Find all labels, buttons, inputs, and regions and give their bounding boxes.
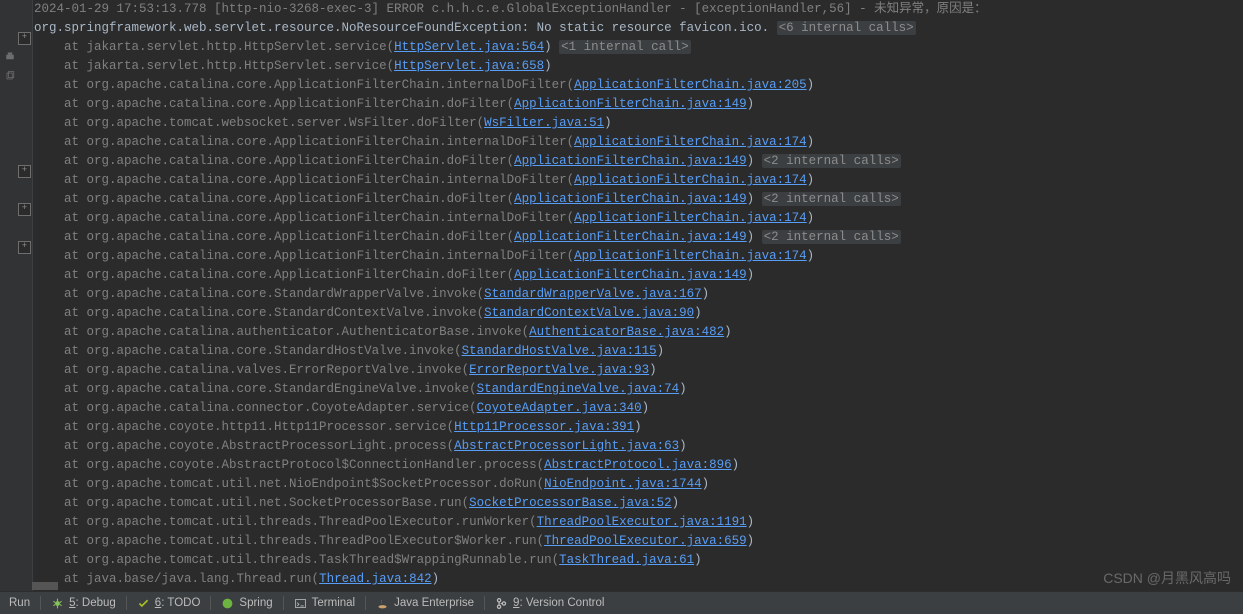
stack-line: at org.apache.catalina.authenticator.Aut… — [34, 323, 1243, 342]
source-link[interactable]: Http11Processor.java:391 — [454, 420, 634, 434]
expand-icon[interactable]: + — [18, 203, 31, 216]
status-bar: Run 5: Debug 6: TODO Spring Terminal Jav… — [0, 591, 1243, 614]
stack-line: at jakarta.servlet.http.HttpServlet.serv… — [34, 38, 1243, 57]
stack-line: at org.apache.catalina.valves.ErrorRepor… — [34, 361, 1243, 380]
source-link[interactable]: ThreadPoolExecutor.java:659 — [544, 534, 747, 548]
tab-debug[interactable]: 5: Debug — [42, 592, 125, 614]
spring-icon — [221, 597, 234, 610]
stack-line: at org.apache.catalina.core.StandardWrap… — [34, 285, 1243, 304]
terminal-icon — [294, 597, 307, 610]
source-link[interactable]: CoyoteAdapter.java:340 — [477, 401, 642, 415]
exception-line: org.springframework.web.servlet.resource… — [34, 21, 769, 35]
stack-line: at org.apache.coyote.http11.Http11Proces… — [34, 418, 1243, 437]
source-link[interactable]: StandardHostValve.java:115 — [462, 344, 657, 358]
print-icon — [4, 51, 16, 63]
stack-line: at org.apache.catalina.core.ApplicationF… — [34, 76, 1243, 95]
tab-run[interactable]: Run — [0, 592, 39, 614]
source-link[interactable]: AbstractProtocol.java:896 — [544, 458, 732, 472]
stack-line: at org.apache.coyote.AbstractProcessorLi… — [34, 437, 1243, 456]
stack-line: at org.apache.catalina.core.StandardEngi… — [34, 380, 1243, 399]
copy-icon — [4, 70, 16, 82]
console-output[interactable]: + + + + 2024-01-29 17:53:13.778 [http-ni… — [0, 0, 1243, 592]
stack-line: at org.apache.tomcat.util.net.NioEndpoin… — [34, 475, 1243, 494]
vcs-icon — [495, 597, 508, 610]
source-link[interactable]: ApplicationFilterChain.java:174 — [574, 249, 807, 263]
source-link[interactable]: ApplicationFilterChain.java:205 — [574, 78, 807, 92]
stack-line: at org.apache.catalina.core.StandardCont… — [34, 304, 1243, 323]
source-link[interactable]: TaskThread.java:61 — [559, 553, 694, 567]
stack-line: at org.apache.catalina.core.StandardHost… — [34, 342, 1243, 361]
separator — [40, 596, 41, 610]
source-link[interactable]: NioEndpoint.java:1744 — [544, 477, 702, 491]
stack-line: at org.apache.coyote.AbstractProtocol$Co… — [34, 456, 1243, 475]
stack-line: at org.apache.tomcat.util.net.SocketProc… — [34, 494, 1243, 513]
stack-line: at org.apache.tomcat.websocket.server.Ws… — [34, 114, 1243, 133]
stack-line: at jakarta.servlet.http.HttpServlet.serv… — [34, 57, 1243, 76]
source-link[interactable]: AuthenticatorBase.java:482 — [529, 325, 724, 339]
source-link[interactable]: ApplicationFilterChain.java:149 — [514, 154, 747, 168]
stack-line: at org.apache.catalina.core.ApplicationF… — [34, 133, 1243, 152]
source-link[interactable]: WsFilter.java:51 — [484, 116, 604, 130]
stack-line: at org.apache.catalina.core.ApplicationF… — [34, 247, 1243, 266]
source-link[interactable]: HttpServlet.java:564 — [394, 40, 544, 54]
stack-line: at org.apache.tomcat.util.threads.Thread… — [34, 513, 1243, 532]
java-enterprise-icon — [376, 597, 389, 610]
expand-icon[interactable]: + — [18, 165, 31, 178]
source-link[interactable]: ApplicationFilterChain.java:149 — [514, 97, 747, 111]
tab-todo[interactable]: 6: TODO — [128, 592, 210, 614]
expand-icon[interactable]: + — [18, 32, 31, 45]
source-link[interactable]: ErrorReportValve.java:93 — [469, 363, 649, 377]
fold-badge[interactable]: <6 internal calls> — [777, 21, 916, 35]
tab-spring[interactable]: Spring — [212, 592, 281, 614]
source-link[interactable]: ApplicationFilterChain.java:174 — [574, 173, 807, 187]
stack-line: at java.base/java.lang.Thread.run(Thread… — [34, 570, 1243, 589]
stack-line: at org.apache.catalina.core.ApplicationF… — [34, 152, 1243, 171]
bug-icon — [51, 597, 64, 610]
log-line: 2024-01-29 17:53:13.778 [http-nio-3268-e… — [34, 2, 987, 16]
source-link[interactable]: ApplicationFilterChain.java:149 — [514, 230, 747, 244]
fold-badge[interactable]: <1 internal call> — [559, 40, 691, 54]
source-link[interactable]: SocketProcessorBase.java:52 — [469, 496, 672, 510]
stack-line: at org.apache.tomcat.util.threads.TaskTh… — [34, 551, 1243, 570]
tab-java-enterprise[interactable]: Java Enterprise — [367, 592, 483, 614]
source-link[interactable]: ApplicationFilterChain.java:149 — [514, 192, 747, 206]
stack-line: at org.apache.catalina.core.ApplicationF… — [34, 171, 1243, 190]
source-link[interactable]: StandardWrapperValve.java:167 — [484, 287, 702, 301]
stack-line: at org.apache.catalina.core.ApplicationF… — [34, 190, 1243, 209]
stack-line: at org.apache.catalina.core.ApplicationF… — [34, 95, 1243, 114]
tab-version-control[interactable]: 9: Version Control — [486, 592, 613, 614]
source-link[interactable]: ApplicationFilterChain.java:149 — [514, 268, 747, 282]
source-link[interactable]: HttpServlet.java:658 — [394, 59, 544, 73]
source-link[interactable]: ApplicationFilterChain.java:174 — [574, 135, 807, 149]
fold-badge[interactable]: <2 internal calls> — [762, 154, 901, 168]
expand-icon[interactable]: + — [18, 241, 31, 254]
fold-badge[interactable]: <2 internal calls> — [762, 230, 901, 244]
source-link[interactable]: StandardEngineValve.java:74 — [477, 382, 680, 396]
source-link[interactable]: StandardContextValve.java:90 — [484, 306, 694, 320]
stack-line: at org.apache.catalina.core.ApplicationF… — [34, 266, 1243, 285]
source-link[interactable]: Thread.java:842 — [319, 572, 432, 586]
source-link[interactable]: ThreadPoolExecutor.java:1191 — [537, 515, 747, 529]
stack-line: at org.apache.catalina.core.ApplicationF… — [34, 228, 1243, 247]
stack-line: at org.apache.tomcat.util.threads.Thread… — [34, 532, 1243, 551]
gutter: + + + + — [0, 0, 33, 592]
stack-line: at org.apache.catalina.connector.CoyoteA… — [34, 399, 1243, 418]
fold-badge[interactable]: <2 internal calls> — [762, 192, 901, 206]
source-link[interactable]: ApplicationFilterChain.java:174 — [574, 211, 807, 225]
todo-icon — [137, 597, 150, 610]
tab-terminal[interactable]: Terminal — [285, 592, 364, 614]
stack-line: at org.apache.catalina.core.ApplicationF… — [34, 209, 1243, 228]
source-link[interactable]: AbstractProcessorLight.java:63 — [454, 439, 679, 453]
